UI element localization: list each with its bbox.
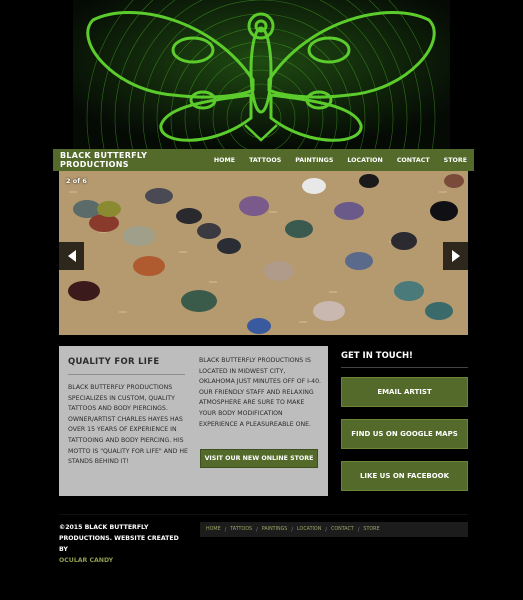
footer-separator: / bbox=[357, 526, 360, 533]
footer-separator: / bbox=[224, 526, 227, 533]
image-slider[interactable]: 2 of 6 bbox=[59, 171, 468, 335]
footer-link-contact[interactable]: Contact bbox=[331, 527, 354, 532]
nav-item-tattoos[interactable]: Tattoos bbox=[242, 149, 288, 171]
facebook-button[interactable]: Like us on Facebook bbox=[341, 461, 468, 491]
nav-item-store[interactable]: Store bbox=[437, 149, 474, 171]
brand-logo-text[interactable]: Black Butterfly Productions bbox=[60, 151, 207, 169]
footer-copyright: ©2015 Black Butterfly Productions. Websi… bbox=[59, 522, 189, 566]
hero-banner bbox=[73, 0, 450, 150]
footer-separator: / bbox=[291, 526, 294, 533]
slider-next-button[interactable] bbox=[443, 242, 468, 270]
arrow-left-icon bbox=[67, 250, 76, 262]
about-title: Quality for Life bbox=[68, 357, 160, 367]
nav-item-paintings[interactable]: Paintings bbox=[288, 149, 340, 171]
about-text-right: Black Butterfly Productions is located i… bbox=[199, 357, 321, 428]
nav-item-home[interactable]: Home bbox=[207, 149, 242, 171]
footer-link-paintings[interactable]: Paintings bbox=[262, 527, 288, 532]
footer-link-tattoos[interactable]: Tattoos bbox=[230, 527, 252, 532]
designer-credit-link[interactable]: Ocular Candy bbox=[59, 557, 113, 564]
slide-image-jewelry bbox=[59, 171, 468, 335]
nav-links: Home Tattoos Paintings Location Contact … bbox=[207, 149, 474, 171]
footer-link-home[interactable]: Home bbox=[206, 527, 221, 532]
footer-separator: / bbox=[325, 526, 327, 533]
email-artist-button[interactable]: Email Artist bbox=[341, 377, 468, 407]
contact-title: Get in Touch! bbox=[341, 351, 413, 361]
footer-separator: / bbox=[256, 526, 258, 533]
nav-item-location[interactable]: Location bbox=[340, 149, 389, 171]
about-divider bbox=[68, 374, 185, 375]
butterfly-logo-graphic bbox=[73, 0, 450, 150]
contact-divider bbox=[341, 367, 468, 368]
arrow-right-icon bbox=[451, 250, 460, 262]
slider-prev-button[interactable] bbox=[59, 242, 84, 270]
nav-item-contact[interactable]: Contact bbox=[390, 149, 437, 171]
slide-counter: 2 of 6 bbox=[66, 177, 87, 185]
online-store-button[interactable]: Visit our new online store bbox=[200, 449, 318, 468]
footer-link-location[interactable]: Location bbox=[297, 527, 321, 532]
footer-divider bbox=[59, 514, 468, 515]
about-text-left: Black Butterfly Productions specializes … bbox=[68, 384, 188, 466]
main-nav-bar: Black Butterfly Productions Home Tattoos… bbox=[53, 149, 474, 171]
copyright-text: ©2015 Black Butterfly Productions. Websi… bbox=[59, 524, 179, 553]
google-maps-button[interactable]: Find us on Google Maps bbox=[341, 419, 468, 449]
contact-panel: Get in Touch! bbox=[341, 346, 468, 368]
about-panel: Quality for Life Black Butterfly Product… bbox=[59, 346, 328, 496]
footer-link-store[interactable]: Store bbox=[363, 527, 379, 532]
footer-nav: Home / Tattoos / Paintings / Location / … bbox=[200, 522, 468, 537]
